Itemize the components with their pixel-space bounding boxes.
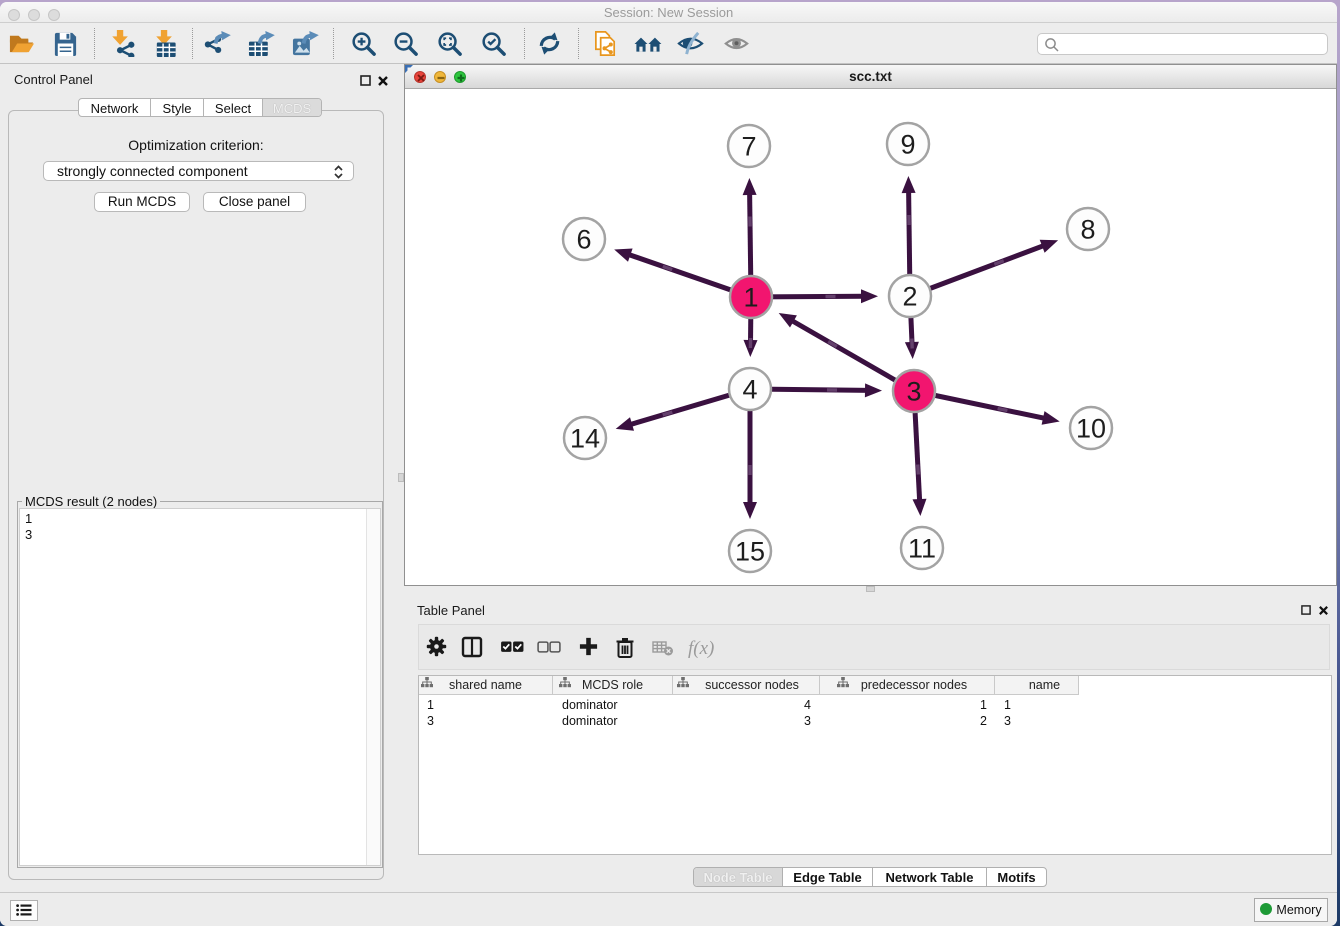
svg-text:7: 7 bbox=[741, 132, 756, 162]
svg-text:2: 2 bbox=[902, 282, 917, 312]
svg-text:8: 8 bbox=[1080, 215, 1095, 245]
svg-text:14: 14 bbox=[570, 424, 600, 454]
svg-text:4: 4 bbox=[742, 375, 757, 405]
svg-text:9: 9 bbox=[900, 130, 915, 160]
svg-text:15: 15 bbox=[735, 537, 765, 567]
svg-text:11: 11 bbox=[908, 534, 936, 564]
svg-text:6: 6 bbox=[576, 225, 591, 255]
svg-text:10: 10 bbox=[1076, 414, 1106, 444]
svg-text:1: 1 bbox=[743, 283, 758, 313]
svg-text:3: 3 bbox=[906, 377, 921, 407]
